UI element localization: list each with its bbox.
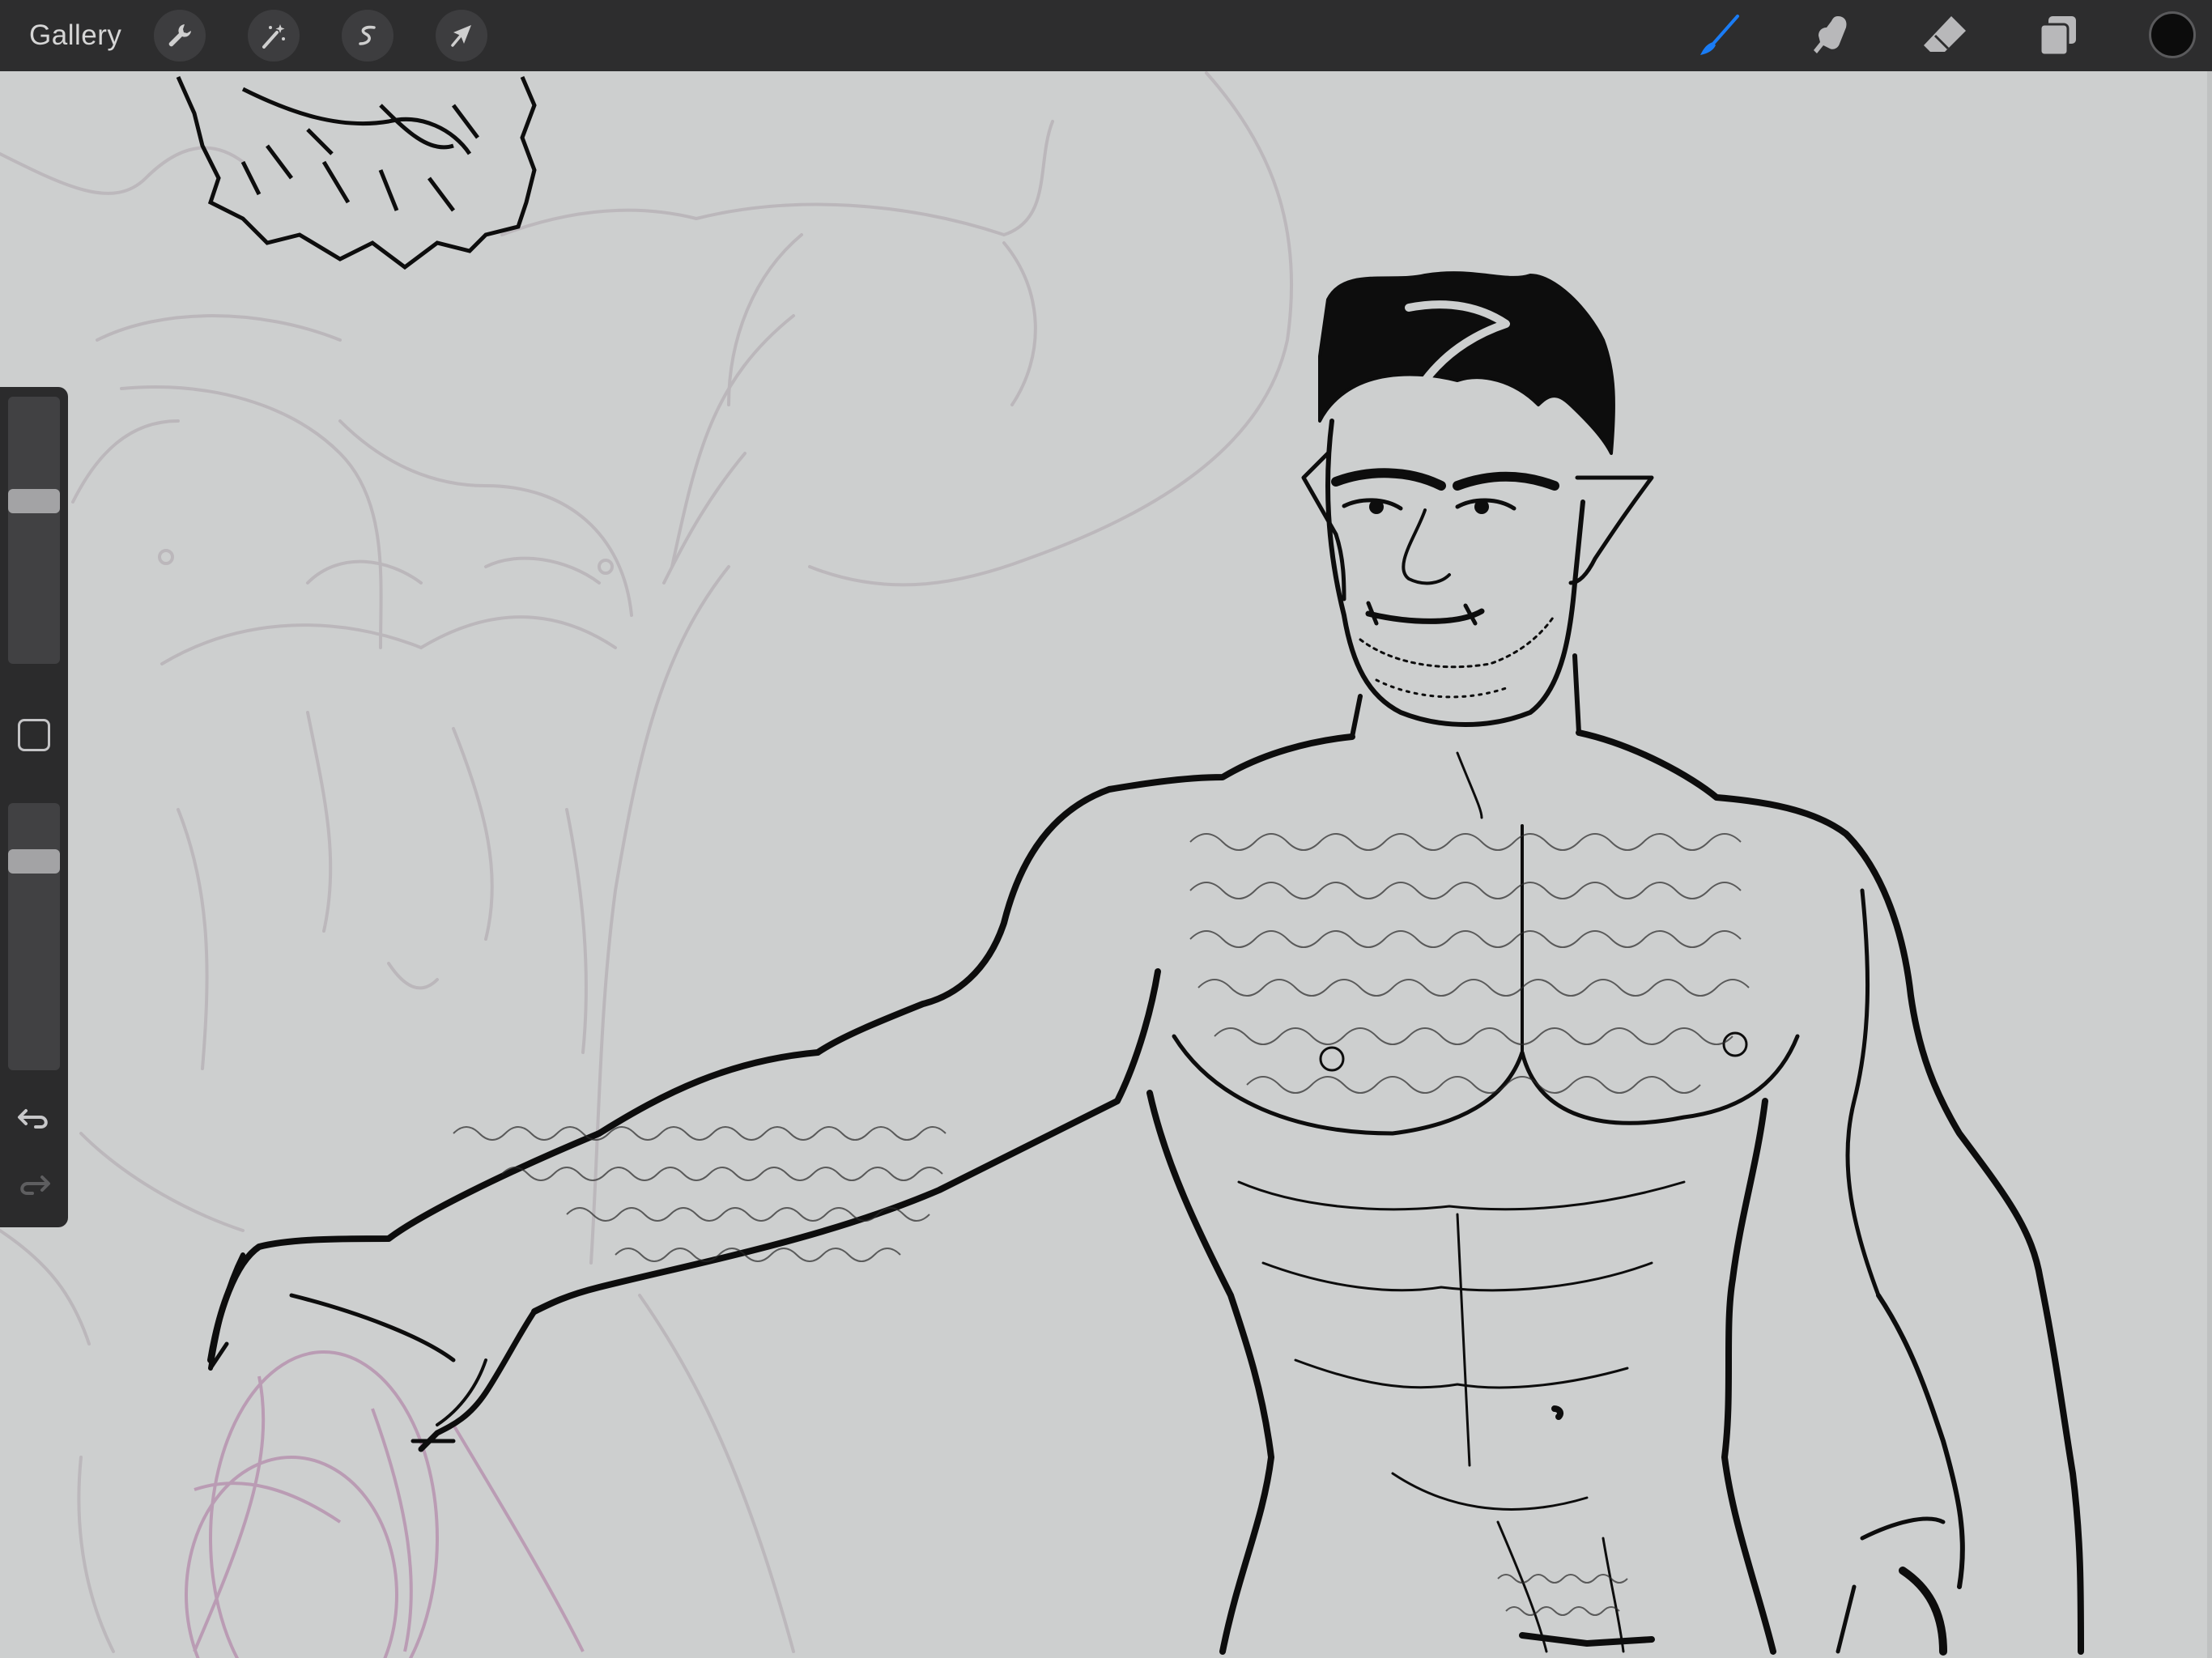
arrow-cursor-icon bbox=[451, 25, 471, 47]
drawing-canvas[interactable] bbox=[0, 71, 2212, 1658]
brush-tool-button[interactable] bbox=[1694, 11, 1746, 60]
redo-button[interactable] bbox=[16, 1166, 52, 1201]
adjustments-button[interactable] bbox=[248, 10, 300, 62]
transform-button[interactable] bbox=[436, 10, 487, 62]
layers-icon bbox=[2039, 16, 2076, 57]
eraser-tool-button[interactable] bbox=[1919, 11, 1971, 60]
left-sidebar bbox=[0, 387, 68, 1227]
selection-button[interactable] bbox=[342, 10, 393, 62]
smudge-finger-icon bbox=[1814, 16, 1847, 53]
brush-opacity-thumb[interactable] bbox=[8, 849, 60, 874]
hair-texture bbox=[453, 833, 1750, 1616]
beard-ink bbox=[176, 75, 537, 270]
eraser-icon bbox=[1924, 16, 1966, 52]
brush-size-thumb[interactable] bbox=[8, 489, 60, 513]
character-ink bbox=[207, 271, 2084, 1656]
modify-button[interactable] bbox=[18, 719, 50, 751]
redo-arrow-icon bbox=[20, 1175, 50, 1195]
brush-icon bbox=[1700, 15, 1739, 55]
pink-sketch bbox=[185, 1350, 585, 1658]
smudge-tool-button[interactable] bbox=[1806, 11, 1857, 60]
actions-button[interactable] bbox=[154, 10, 206, 62]
magic-wand-icon bbox=[262, 24, 285, 49]
selection-s-icon bbox=[359, 25, 376, 45]
brush-size-slider[interactable] bbox=[8, 397, 60, 664]
color-swatch-button[interactable] bbox=[2149, 11, 2196, 58]
undo-button[interactable] bbox=[16, 1099, 52, 1135]
background-sketch bbox=[0, 71, 1294, 1653]
wrench-icon bbox=[168, 24, 191, 47]
undo-arrow-icon bbox=[18, 1109, 48, 1129]
canvas-edge bbox=[2207, 71, 2212, 1658]
brush-opacity-slider[interactable] bbox=[8, 803, 60, 1070]
layers-button[interactable] bbox=[2032, 11, 2084, 60]
artwork bbox=[0, 71, 2084, 1658]
gallery-button[interactable]: Gallery bbox=[29, 16, 121, 55]
top-toolbar: Gallery bbox=[0, 0, 2212, 71]
